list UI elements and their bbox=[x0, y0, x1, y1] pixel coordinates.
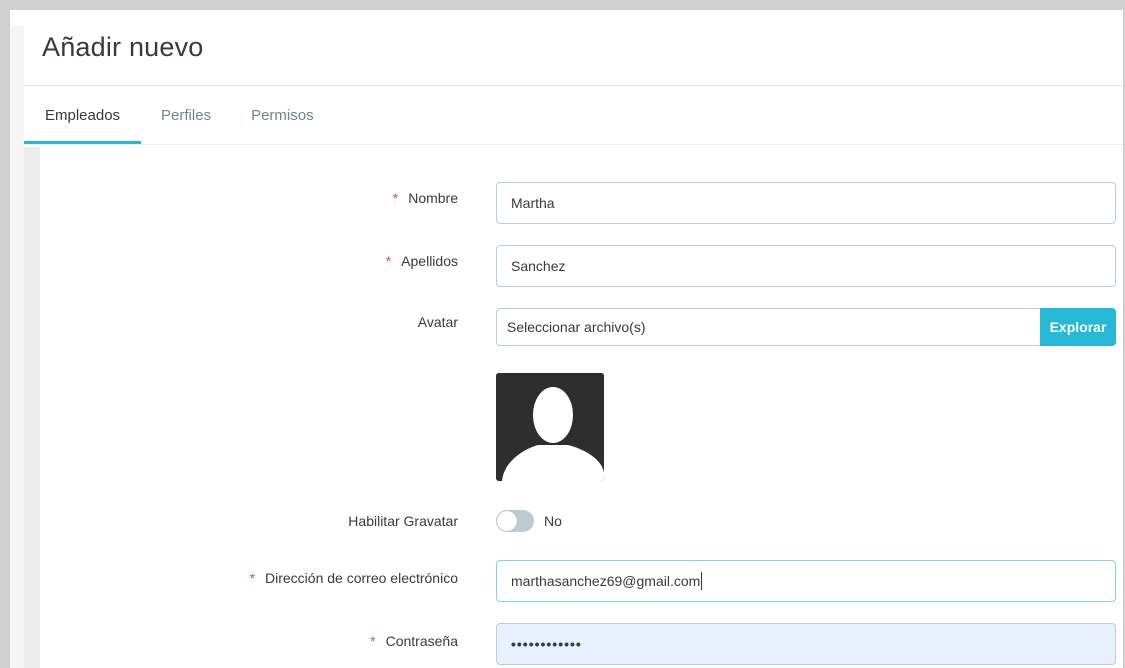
avatar-image bbox=[496, 373, 604, 481]
nombre-input[interactable]: Martha bbox=[496, 182, 1116, 224]
email-input[interactable]: marthasanchez69@gmail.com bbox=[496, 560, 1116, 602]
nombre-value: Martha bbox=[511, 195, 555, 211]
form-left-rail bbox=[24, 147, 40, 668]
email-value: marthasanchez69@gmail.com bbox=[511, 573, 701, 589]
text-caret bbox=[701, 572, 703, 590]
required-mark: * bbox=[249, 570, 256, 586]
required-mark: * bbox=[385, 253, 392, 269]
apellidos-label-text: Apellidos bbox=[401, 253, 458, 269]
employee-form-panel: Añadir nuevo Empleados Perfiles Permisos… bbox=[10, 10, 1123, 668]
gravatar-label-text: Habilitar Gravatar bbox=[348, 513, 458, 529]
default-avatar-icon bbox=[496, 373, 604, 481]
password-label: * Contraseña bbox=[370, 633, 458, 649]
required-mark: * bbox=[370, 633, 376, 649]
gravatar-label: Habilitar Gravatar bbox=[348, 513, 458, 529]
required-mark: * bbox=[392, 190, 399, 206]
page-title: Añadir nuevo bbox=[42, 32, 204, 62]
apellidos-input[interactable]: Sanchez bbox=[496, 245, 1116, 287]
outer-left-rail bbox=[10, 26, 24, 668]
nombre-label-text: Nombre bbox=[408, 190, 458, 206]
panel-content: Añadir nuevo Empleados Perfiles Permisos… bbox=[10, 26, 1123, 668]
toggle-knob bbox=[497, 511, 517, 531]
nombre-label: * Nombre bbox=[393, 190, 458, 206]
password-input[interactable]: •••••••••••• bbox=[496, 623, 1116, 665]
gravatar-state: No bbox=[544, 513, 562, 529]
password-value: •••••••••••• bbox=[511, 636, 582, 652]
browse-button[interactable]: Explorar bbox=[1040, 308, 1116, 346]
tabs-divider bbox=[24, 144, 1123, 145]
screen-frame: Añadir nuevo Empleados Perfiles Permisos… bbox=[0, 0, 1125, 668]
gravatar-toggle[interactable] bbox=[496, 510, 534, 532]
gravatar-toggle-row: No bbox=[496, 510, 562, 532]
tab-empleados[interactable]: Empleados bbox=[24, 86, 142, 144]
apellidos-label: * Apellidos bbox=[386, 253, 458, 269]
email-label: * Dirección de correo electrónico bbox=[250, 570, 458, 586]
tab-perfiles[interactable]: Perfiles bbox=[141, 86, 231, 144]
employee-form: * Nombre Martha * Apellidos Sanchez Avatar bbox=[40, 148, 1123, 668]
password-label-text: Contraseña bbox=[385, 633, 458, 649]
avatar-file-picker[interactable]: Seleccionar archivo(s) Explorar bbox=[496, 308, 1116, 346]
avatar-label-text: Avatar bbox=[417, 314, 458, 330]
tab-bar: Empleados Perfiles Permisos bbox=[24, 86, 1123, 144]
apellidos-value: Sanchez bbox=[511, 258, 566, 274]
avatar-file-field[interactable]: Seleccionar archivo(s) bbox=[496, 308, 1040, 346]
email-label-text: Dirección de correo electrónico bbox=[265, 570, 458, 586]
avatar-label: Avatar bbox=[418, 314, 458, 330]
tab-permisos[interactable]: Permisos bbox=[231, 86, 334, 144]
